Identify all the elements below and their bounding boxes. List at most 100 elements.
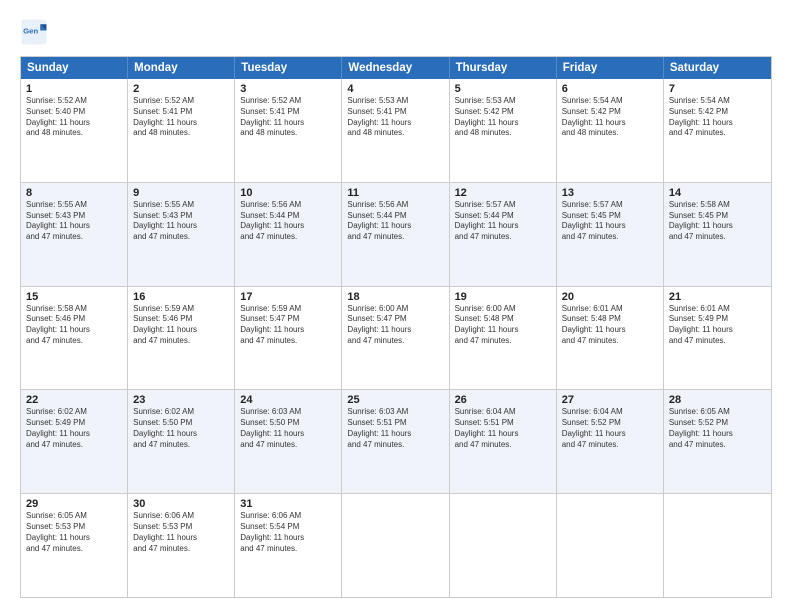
calendar-cell-r1-c4: 12Sunrise: 5:57 AM Sunset: 5:44 PM Dayli… <box>450 183 557 286</box>
day-info: Sunrise: 5:56 AM Sunset: 5:44 PM Dayligh… <box>240 200 336 243</box>
day-number: 9 <box>133 187 229 199</box>
day-info: Sunrise: 6:06 AM Sunset: 5:53 PM Dayligh… <box>133 511 229 554</box>
calendar-row-0: 1Sunrise: 5:52 AM Sunset: 5:40 PM Daylig… <box>21 79 771 183</box>
day-number: 10 <box>240 187 336 199</box>
calendar-row-3: 22Sunrise: 6:02 AM Sunset: 5:49 PM Dayli… <box>21 390 771 494</box>
day-info: Sunrise: 6:03 AM Sunset: 5:50 PM Dayligh… <box>240 407 336 450</box>
calendar-cell-r2-c3: 18Sunrise: 6:00 AM Sunset: 5:47 PM Dayli… <box>342 287 449 390</box>
calendar-cell-r1-c6: 14Sunrise: 5:58 AM Sunset: 5:45 PM Dayli… <box>664 183 771 286</box>
day-number: 24 <box>240 394 336 406</box>
day-info: Sunrise: 5:54 AM Sunset: 5:42 PM Dayligh… <box>562 96 658 139</box>
day-number: 12 <box>455 187 551 199</box>
calendar-cell-r2-c1: 16Sunrise: 5:59 AM Sunset: 5:46 PM Dayli… <box>128 287 235 390</box>
day-info: Sunrise: 6:04 AM Sunset: 5:52 PM Dayligh… <box>562 407 658 450</box>
calendar-cell-r1-c3: 11Sunrise: 5:56 AM Sunset: 5:44 PM Dayli… <box>342 183 449 286</box>
day-number: 8 <box>26 187 122 199</box>
day-number: 30 <box>133 498 229 510</box>
day-number: 18 <box>347 291 443 303</box>
day-info: Sunrise: 6:01 AM Sunset: 5:48 PM Dayligh… <box>562 304 658 347</box>
calendar-cell-r0-c0: 1Sunrise: 5:52 AM Sunset: 5:40 PM Daylig… <box>21 79 128 182</box>
day-number: 13 <box>562 187 658 199</box>
day-info: Sunrise: 6:05 AM Sunset: 5:52 PM Dayligh… <box>669 407 766 450</box>
day-info: Sunrise: 6:03 AM Sunset: 5:51 PM Dayligh… <box>347 407 443 450</box>
calendar-cell-r4-c6 <box>664 494 771 597</box>
header-day-friday: Friday <box>557 57 664 79</box>
day-number: 28 <box>669 394 766 406</box>
day-number: 2 <box>133 83 229 95</box>
day-number: 26 <box>455 394 551 406</box>
day-number: 25 <box>347 394 443 406</box>
calendar-cell-r0-c1: 2Sunrise: 5:52 AM Sunset: 5:41 PM Daylig… <box>128 79 235 182</box>
calendar-row-2: 15Sunrise: 5:58 AM Sunset: 5:46 PM Dayli… <box>21 287 771 391</box>
calendar-cell-r2-c6: 21Sunrise: 6:01 AM Sunset: 5:49 PM Dayli… <box>664 287 771 390</box>
calendar-cell-r1-c0: 8Sunrise: 5:55 AM Sunset: 5:43 PM Daylig… <box>21 183 128 286</box>
day-info: Sunrise: 5:54 AM Sunset: 5:42 PM Dayligh… <box>669 96 766 139</box>
header-day-wednesday: Wednesday <box>342 57 449 79</box>
day-number: 17 <box>240 291 336 303</box>
day-info: Sunrise: 6:02 AM Sunset: 5:50 PM Dayligh… <box>133 407 229 450</box>
day-info: Sunrise: 6:00 AM Sunset: 5:47 PM Dayligh… <box>347 304 443 347</box>
day-info: Sunrise: 6:01 AM Sunset: 5:49 PM Dayligh… <box>669 304 766 347</box>
calendar-cell-r1-c1: 9Sunrise: 5:55 AM Sunset: 5:43 PM Daylig… <box>128 183 235 286</box>
day-info: Sunrise: 5:56 AM Sunset: 5:44 PM Dayligh… <box>347 200 443 243</box>
calendar-cell-r3-c4: 26Sunrise: 6:04 AM Sunset: 5:51 PM Dayli… <box>450 390 557 493</box>
day-number: 27 <box>562 394 658 406</box>
header-day-thursday: Thursday <box>450 57 557 79</box>
calendar-cell-r3-c2: 24Sunrise: 6:03 AM Sunset: 5:50 PM Dayli… <box>235 390 342 493</box>
calendar-cell-r4-c2: 31Sunrise: 6:06 AM Sunset: 5:54 PM Dayli… <box>235 494 342 597</box>
calendar-cell-r1-c5: 13Sunrise: 5:57 AM Sunset: 5:45 PM Dayli… <box>557 183 664 286</box>
header-day-tuesday: Tuesday <box>235 57 342 79</box>
calendar-cell-r3-c3: 25Sunrise: 6:03 AM Sunset: 5:51 PM Dayli… <box>342 390 449 493</box>
calendar-cell-r4-c1: 30Sunrise: 6:06 AM Sunset: 5:53 PM Dayli… <box>128 494 235 597</box>
day-info: Sunrise: 5:58 AM Sunset: 5:45 PM Dayligh… <box>669 200 766 243</box>
day-number: 4 <box>347 83 443 95</box>
day-info: Sunrise: 6:06 AM Sunset: 5:54 PM Dayligh… <box>240 511 336 554</box>
day-number: 21 <box>669 291 766 303</box>
calendar-cell-r3-c0: 22Sunrise: 6:02 AM Sunset: 5:49 PM Dayli… <box>21 390 128 493</box>
day-number: 19 <box>455 291 551 303</box>
calendar-cell-r0-c2: 3Sunrise: 5:52 AM Sunset: 5:41 PM Daylig… <box>235 79 342 182</box>
calendar-header: SundayMondayTuesdayWednesdayThursdayFrid… <box>21 57 771 79</box>
day-info: Sunrise: 5:52 AM Sunset: 5:41 PM Dayligh… <box>240 96 336 139</box>
day-info: Sunrise: 5:57 AM Sunset: 5:45 PM Dayligh… <box>562 200 658 243</box>
day-number: 3 <box>240 83 336 95</box>
day-info: Sunrise: 5:55 AM Sunset: 5:43 PM Dayligh… <box>133 200 229 243</box>
calendar-cell-r2-c5: 20Sunrise: 6:01 AM Sunset: 5:48 PM Dayli… <box>557 287 664 390</box>
day-info: Sunrise: 5:52 AM Sunset: 5:40 PM Dayligh… <box>26 96 122 139</box>
day-number: 1 <box>26 83 122 95</box>
header-day-monday: Monday <box>128 57 235 79</box>
calendar-cell-r0-c3: 4Sunrise: 5:53 AM Sunset: 5:41 PM Daylig… <box>342 79 449 182</box>
calendar-cell-r4-c4 <box>450 494 557 597</box>
calendar-body: 1Sunrise: 5:52 AM Sunset: 5:40 PM Daylig… <box>21 79 771 597</box>
calendar-cell-r3-c1: 23Sunrise: 6:02 AM Sunset: 5:50 PM Dayli… <box>128 390 235 493</box>
day-info: Sunrise: 5:58 AM Sunset: 5:46 PM Dayligh… <box>26 304 122 347</box>
calendar: SundayMondayTuesdayWednesdayThursdayFrid… <box>20 56 772 598</box>
day-info: Sunrise: 6:04 AM Sunset: 5:51 PM Dayligh… <box>455 407 551 450</box>
day-info: Sunrise: 5:52 AM Sunset: 5:41 PM Dayligh… <box>133 96 229 139</box>
svg-text:Gen: Gen <box>23 27 38 36</box>
day-number: 22 <box>26 394 122 406</box>
day-number: 15 <box>26 291 122 303</box>
day-number: 5 <box>455 83 551 95</box>
day-info: Sunrise: 5:53 AM Sunset: 5:42 PM Dayligh… <box>455 96 551 139</box>
logo: Gen <box>20 18 52 46</box>
calendar-cell-r0-c5: 6Sunrise: 5:54 AM Sunset: 5:42 PM Daylig… <box>557 79 664 182</box>
calendar-cell-r2-c2: 17Sunrise: 5:59 AM Sunset: 5:47 PM Dayli… <box>235 287 342 390</box>
day-number: 20 <box>562 291 658 303</box>
calendar-cell-r4-c0: 29Sunrise: 6:05 AM Sunset: 5:53 PM Dayli… <box>21 494 128 597</box>
header-day-saturday: Saturday <box>664 57 771 79</box>
day-number: 7 <box>669 83 766 95</box>
day-info: Sunrise: 5:59 AM Sunset: 5:47 PM Dayligh… <box>240 304 336 347</box>
calendar-cell-r1-c2: 10Sunrise: 5:56 AM Sunset: 5:44 PM Dayli… <box>235 183 342 286</box>
header-day-sunday: Sunday <box>21 57 128 79</box>
page: Gen SundayMondayTuesdayWednesdayThursday… <box>0 0 792 612</box>
day-info: Sunrise: 5:59 AM Sunset: 5:46 PM Dayligh… <box>133 304 229 347</box>
day-number: 29 <box>26 498 122 510</box>
calendar-row-1: 8 Sunrise: 5:55 AM Sunset: 5:43 PM Daylig… <box>21 183 771 287</box>
day-info: Sunrise: 5:53 AM Sunset: 5:41 PM Dayligh… <box>347 96 443 139</box>
calendar-cell-r4-c3 <box>342 494 449 597</box>
calendar-cell-r3-c6: 28Sunrise: 6:05 AM Sunset: 5:52 PM Dayli… <box>664 390 771 493</box>
calendar-cell-r0-c4: 5Sunrise: 5:53 AM Sunset: 5:42 PM Daylig… <box>450 79 557 182</box>
day-info: Sunrise: 6:05 AM Sunset: 5:53 PM Dayligh… <box>26 511 122 554</box>
calendar-cell-r0-c6: 7Sunrise: 5:54 AM Sunset: 5:42 PM Daylig… <box>664 79 771 182</box>
